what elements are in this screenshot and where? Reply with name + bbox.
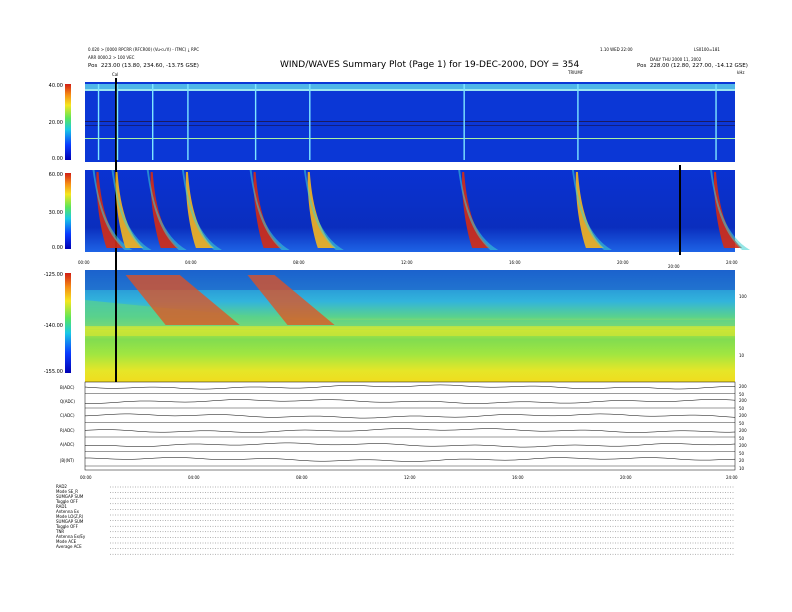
rad1-panel [85,170,735,252]
rad1-colorbar [65,173,71,249]
rad2-colorbar [65,84,71,160]
line-panels-frame [84,381,736,471]
footer-dotted-lines [110,486,735,555]
rad2-band-top2 [85,89,735,91]
rad2-band-dark2 [85,125,735,126]
rad2-band-top [85,84,735,89]
rad2-band-dark [85,121,735,122]
rad2-band-mid [85,138,735,139]
plot-canvas [65,78,751,555]
tnr-colorbar [65,273,71,373]
tnr-yellow-band [85,330,735,336]
